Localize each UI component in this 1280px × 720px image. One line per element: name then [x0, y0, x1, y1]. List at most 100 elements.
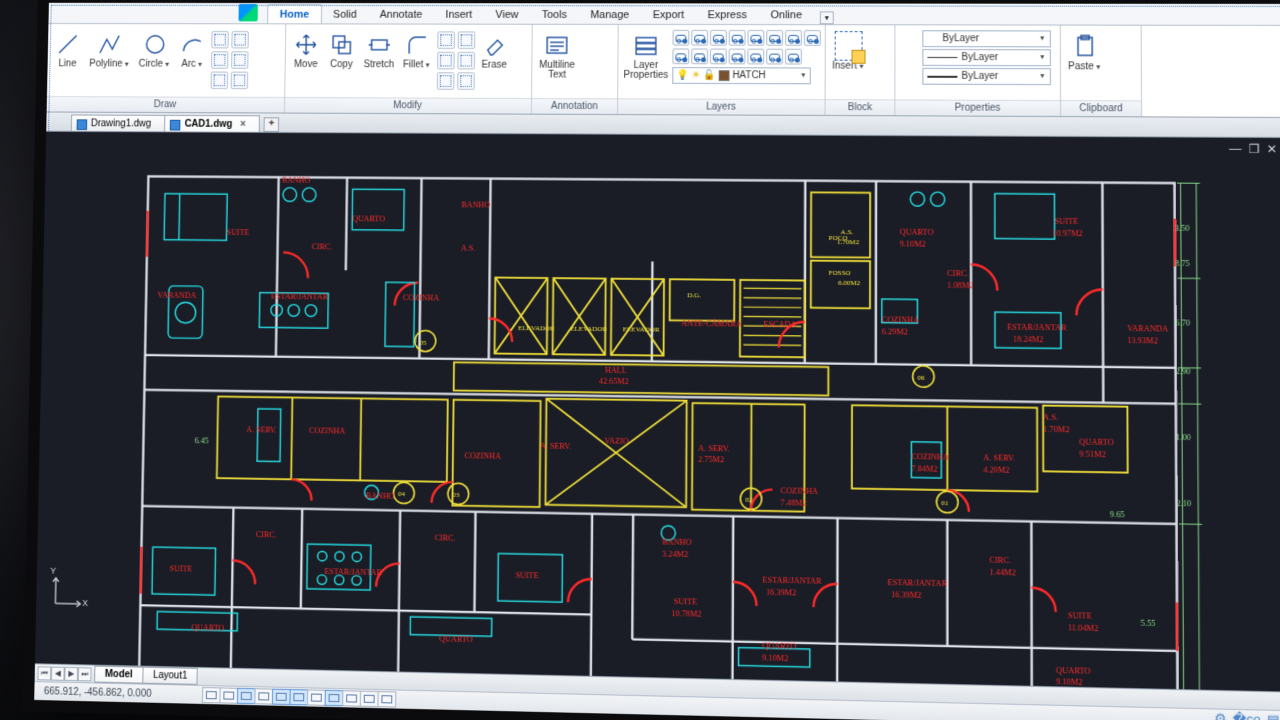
svg-text:2.10: 2.10: [1176, 499, 1191, 509]
svg-text:A.S.: A.S.: [1043, 413, 1058, 422]
svg-text:16.39M2: 16.39M2: [766, 587, 796, 597]
svg-text:5.55: 5.55: [1141, 619, 1156, 629]
svg-text:A. SERV.: A. SERV.: [698, 443, 730, 453]
svg-text:1.70M2: 1.70M2: [837, 238, 860, 246]
svg-text:QUARTO: QUARTO: [439, 634, 473, 644]
svg-text:7.48M2: 7.48M2: [781, 498, 807, 508]
dynucs-toggle[interactable]: [307, 689, 326, 705]
settings-gear-icon[interactable]: ⚙: [1214, 710, 1226, 720]
svg-text:A. SERV.: A. SERV.: [983, 454, 1015, 464]
svg-text:QUARTO: QUARTO: [1056, 665, 1091, 675]
svg-text:1.44M2: 1.44M2: [989, 567, 1015, 577]
layout-tab[interactable]: Layout1: [142, 667, 198, 685]
svg-text:SUITE: SUITE: [1055, 217, 1079, 226]
osnap-toggle[interactable]: [272, 689, 291, 705]
svg-text:06: 06: [917, 374, 925, 382]
otrack-toggle[interactable]: [289, 689, 308, 705]
svg-text:10.97M2: 10.97M2: [1052, 228, 1083, 237]
svg-text:QUARTO: QUARTO: [191, 623, 224, 633]
svg-text:QUARTO: QUARTO: [900, 227, 934, 236]
svg-text:16.39M2: 16.39M2: [891, 590, 921, 600]
svg-text:3.24M2: 3.24M2: [662, 549, 688, 559]
svg-text:9.51M2: 9.51M2: [1079, 449, 1106, 459]
svg-text:7.04M2: 7.04M2: [911, 464, 937, 474]
svg-text:10.78M2: 10.78M2: [671, 609, 701, 619]
file-tab[interactable]: Drawing1.dwg: [71, 114, 166, 131]
svg-text:ELEVADOR: ELEVADOR: [518, 324, 555, 332]
svg-text:COZINHA: COZINHA: [464, 452, 501, 462]
minimize-icon[interactable]: —: [1229, 142, 1241, 156]
drafting-toggles: [202, 687, 395, 708]
snap-toggle[interactable]: [219, 687, 238, 703]
svg-text:ELEVADOR: ELEVADOR: [623, 325, 660, 334]
svg-text:6.70: 6.70: [1175, 319, 1190, 328]
ucs-icon: YX: [49, 570, 88, 612]
svg-text:ESTAR/JANTAR: ESTAR/JANTAR: [1007, 323, 1067, 333]
svg-text:QUARTO: QUARTO: [352, 215, 385, 224]
tab-first-icon[interactable]: ⏮: [38, 666, 52, 680]
dyn-toggle[interactable]: [325, 690, 344, 706]
svg-text:9.65: 9.65: [1110, 510, 1125, 520]
floorplan: 0506 0403 0201 SUITEQUARTOBANHOCIRC.VARA…: [92, 142, 1228, 713]
svg-text:42.65M2: 42.65M2: [599, 377, 629, 387]
svg-text:ESTAR/JANTAR: ESTAR/JANTAR: [763, 575, 823, 585]
svg-text:SUITE: SUITE: [169, 564, 192, 574]
restore-icon[interactable]: ❐: [1248, 142, 1259, 156]
close-tab-icon[interactable]: ×: [240, 119, 246, 130]
svg-text:6.29M2: 6.29M2: [882, 327, 908, 336]
svg-text:1.08M2: 1.08M2: [947, 281, 973, 290]
tab-prev-icon[interactable]: ◀: [51, 666, 65, 680]
svg-text:BANHO: BANHO: [366, 491, 395, 501]
svg-text:BANHO: BANHO: [662, 538, 691, 548]
drawing-canvas[interactable]: — ❐ ✕: [34, 132, 1280, 720]
svg-text:CIRC.: CIRC.: [947, 269, 969, 278]
file-tab[interactable]: CAD1.dwg×: [164, 115, 260, 132]
coordinates-readout: 665.912, -456.862, 0.000: [34, 686, 198, 701]
svg-text:CIRC.: CIRC.: [989, 555, 1011, 565]
svg-text:COZINHA: COZINHA: [882, 316, 920, 326]
svg-text:ELEVADOR: ELEVADOR: [570, 325, 607, 333]
qprops-toggle[interactable]: [360, 691, 379, 707]
svg-text:9.10M2: 9.10M2: [762, 653, 788, 663]
grid-toggle[interactable]: [202, 687, 221, 703]
svg-text:A. SERV.: A. SERV.: [246, 425, 277, 434]
isoplane-icon[interactable]: �co: [1232, 711, 1260, 720]
svg-text:D.G.: D.G.: [687, 291, 701, 299]
close-icon[interactable]: ✕: [1267, 142, 1277, 156]
tab-last-icon[interactable]: ⏭: [78, 667, 92, 681]
svg-text:6.45: 6.45: [195, 436, 209, 445]
svg-text:QUARTO: QUARTO: [762, 641, 796, 651]
tab-next-icon[interactable]: ▶: [64, 666, 78, 680]
svg-text:4.20M2: 4.20M2: [983, 466, 1009, 476]
svg-text:SUITE: SUITE: [674, 597, 697, 607]
polar-toggle[interactable]: [254, 688, 273, 704]
svg-text:11.04M2: 11.04M2: [1068, 623, 1099, 633]
customize-icon[interactable]: ▤: [1267, 712, 1280, 720]
svg-text:6.00M2: 6.00M2: [838, 278, 861, 286]
svg-text:VARANDA: VARANDA: [1127, 324, 1168, 334]
svg-text:1.70M2: 1.70M2: [1043, 425, 1069, 435]
svg-text:COZINHA: COZINHA: [309, 426, 345, 436]
svg-text:ESCADA: ESCADA: [764, 320, 797, 330]
svg-text:01: 01: [941, 499, 949, 507]
svg-text:QUARTO: QUARTO: [1079, 437, 1114, 447]
svg-text:SUITE: SUITE: [516, 570, 539, 580]
lwt-toggle[interactable]: [342, 690, 361, 706]
panel-clipboard: Paste▼ Clipboard: [1061, 26, 1142, 117]
svg-text:VARANDA: VARANDA: [157, 290, 196, 299]
svg-text:BANHO: BANHO: [461, 200, 490, 209]
svg-text:COZINHA: COZINHA: [403, 293, 439, 302]
svg-text:SUITE: SUITE: [227, 228, 250, 237]
selcycle-toggle[interactable]: [377, 691, 396, 707]
svg-text:FOSSO: FOSSO: [829, 269, 851, 277]
svg-text:SUITE: SUITE: [1068, 611, 1092, 621]
model-tab[interactable]: Model: [94, 666, 143, 684]
svg-text:A. SERV.: A. SERV.: [540, 441, 571, 451]
svg-text:CIRC.: CIRC.: [312, 242, 333, 251]
ortho-toggle[interactable]: [237, 688, 256, 704]
svg-text:A.S.: A.S.: [461, 243, 475, 252]
svg-text:02: 02: [745, 496, 753, 504]
svg-text:CIRC.: CIRC.: [256, 530, 277, 539]
svg-text:BANHO: BANHO: [282, 176, 311, 185]
svg-text:ANTE-CÂMARA: ANTE-CÂMARA: [681, 318, 742, 329]
